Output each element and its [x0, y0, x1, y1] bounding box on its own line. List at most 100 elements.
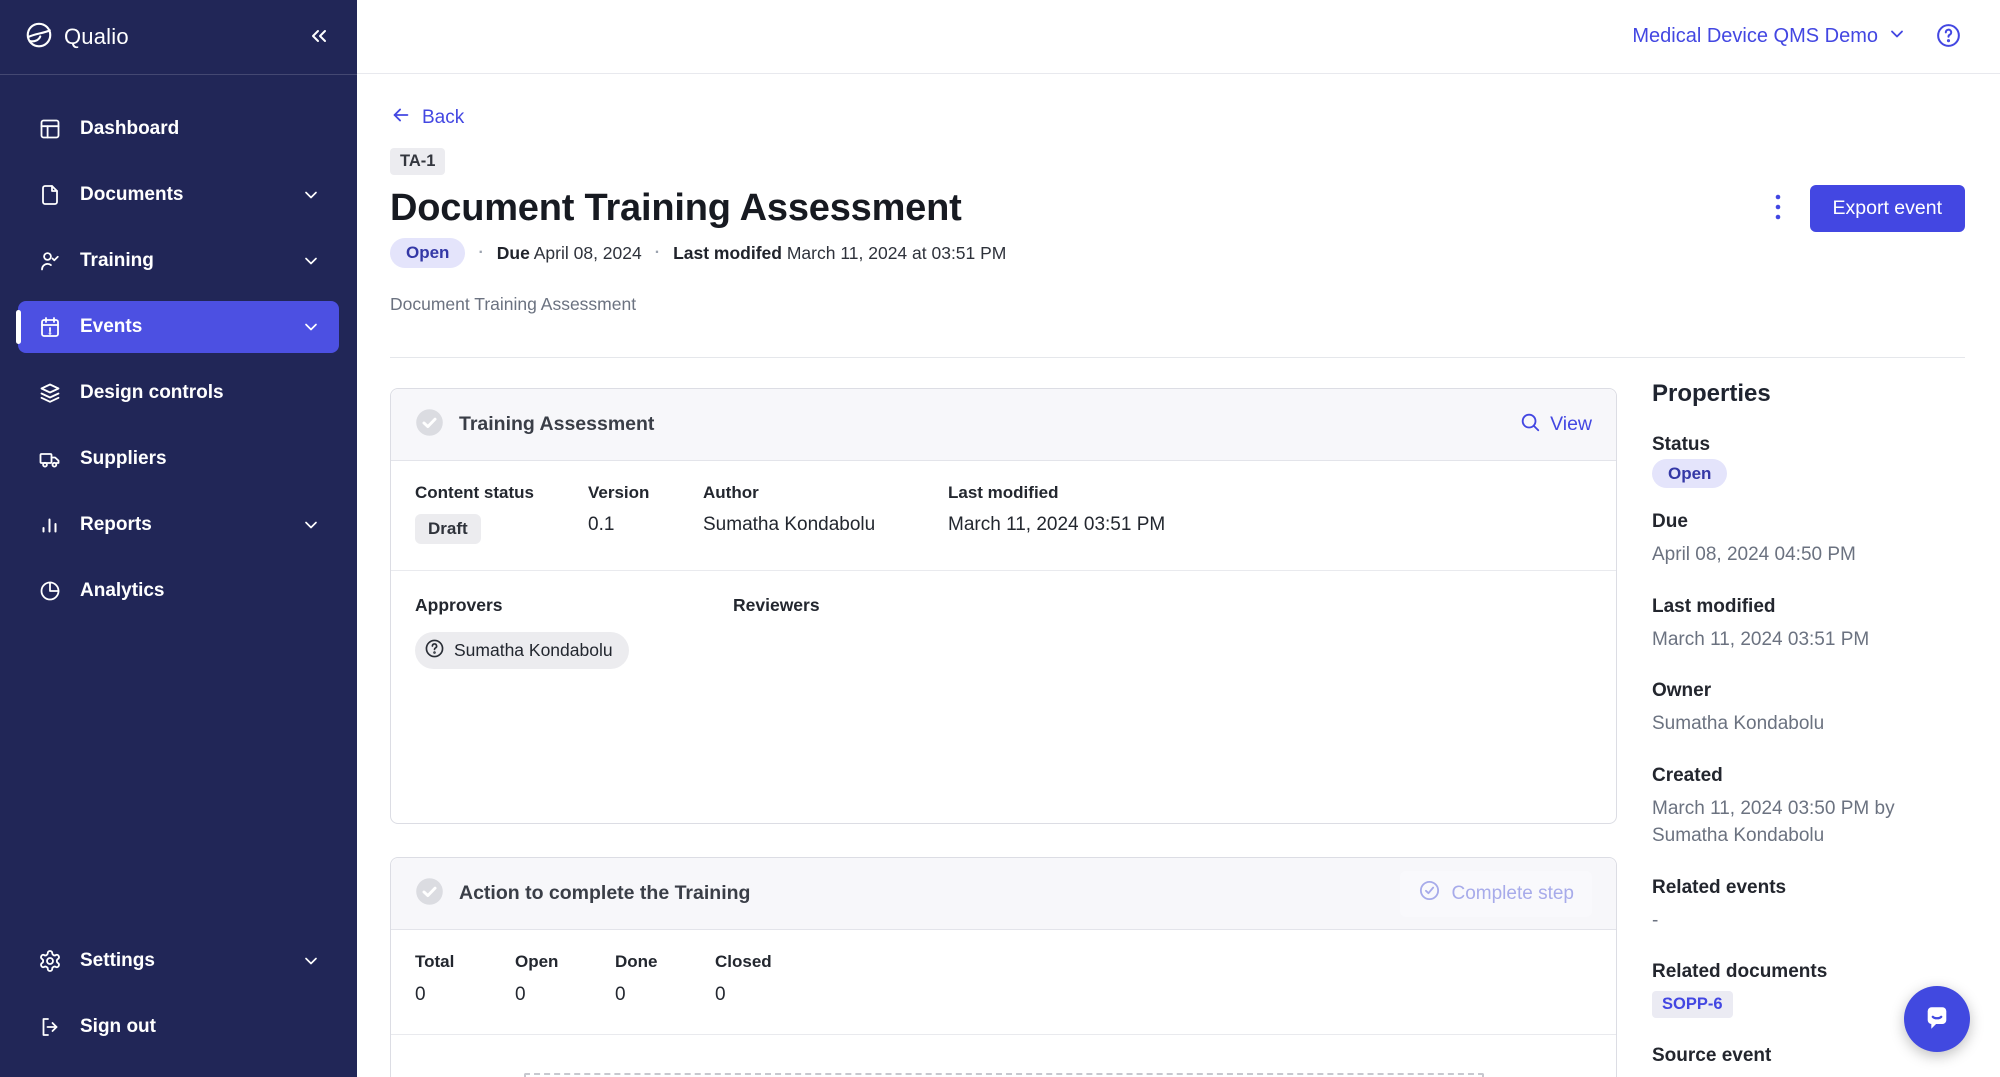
last-modified-value: March 11, 2024 at 03:51 PM	[787, 243, 1007, 263]
sidebar-collapse-button[interactable]	[307, 24, 331, 51]
last-modified-field: Last modified March 11, 2024 03:51 PM	[948, 483, 1592, 544]
gear-icon	[38, 949, 62, 973]
content-status-badge: Draft	[415, 514, 481, 544]
sidebar-header: Qualio	[0, 0, 357, 75]
sidebar-item-reports[interactable]: Reports	[18, 499, 339, 551]
bar-chart-icon	[38, 513, 62, 537]
sidebar-item-sign-out[interactable]: Sign out	[18, 1001, 339, 1053]
topbar: Medical Device QMS Demo	[357, 0, 2000, 74]
dashboard-icon	[38, 117, 62, 141]
sidebar-item-label: Analytics	[80, 580, 321, 602]
brand: Qualio	[24, 20, 129, 55]
pie-chart-icon	[38, 579, 62, 603]
header-divider	[390, 357, 1965, 358]
sidebar-item-suppliers[interactable]: Suppliers	[18, 433, 339, 485]
document-icon	[38, 183, 62, 207]
complete-step-label: Complete step	[1451, 883, 1574, 905]
chevron-down-icon	[301, 951, 321, 971]
approver-name: Sumatha Kondabolu	[454, 640, 613, 661]
sidebar-item-analytics[interactable]: Analytics	[18, 565, 339, 617]
back-link[interactable]: Back	[390, 104, 464, 132]
approvers-reviewers-row: Approvers Sumatha Kondabolu	[391, 571, 1616, 823]
field-value: March 11, 2024 03:51 PM	[948, 514, 1592, 536]
more-actions-button[interactable]	[1764, 186, 1792, 231]
property-label: Due	[1652, 511, 1965, 533]
view-label: View	[1550, 413, 1592, 436]
property-label: Last modified	[1652, 596, 1965, 618]
property-label: Source event	[1652, 1045, 1965, 1067]
double-chevron-left-icon	[307, 24, 331, 51]
property-last-modified: Last modified March 11, 2024 03:51 PM	[1652, 596, 1965, 654]
stat-label: Closed	[715, 952, 815, 972]
question-circle-icon	[424, 638, 445, 664]
action-card: Action to complete the Training Complete…	[390, 857, 1617, 1077]
dot-separator: ·	[478, 244, 483, 262]
property-label: Related events	[1652, 877, 1965, 899]
due-label: Due	[497, 243, 530, 263]
sidebar-item-events[interactable]: Events	[18, 301, 339, 353]
properties-heading: Properties	[1652, 380, 1965, 408]
event-description: Document Training Assessment	[390, 294, 1965, 315]
check-circle-outline-icon	[1418, 879, 1441, 908]
org-name: Medical Device QMS Demo	[1632, 25, 1878, 48]
property-owner: Owner Sumatha Kondabolu	[1652, 680, 1965, 738]
check-circle-icon	[415, 877, 444, 911]
property-value: April 08, 2024 04:50 PM	[1652, 541, 1965, 569]
dot-separator: ·	[655, 244, 660, 262]
arrow-left-icon	[390, 104, 412, 132]
sidebar-item-design-controls[interactable]: Design controls	[18, 367, 339, 419]
view-button[interactable]: View	[1519, 411, 1592, 439]
property-label: Owner	[1652, 680, 1965, 702]
card-title: Training Assessment	[459, 413, 654, 436]
field-label: Last modified	[948, 483, 1592, 503]
chevron-down-icon	[301, 251, 321, 271]
sidebar-item-training[interactable]: Training	[18, 235, 339, 287]
sidebar-item-settings[interactable]: Settings	[18, 935, 339, 987]
stat-value: 0	[715, 984, 815, 1006]
layers-icon	[38, 381, 62, 405]
search-icon	[1519, 411, 1541, 439]
property-value: March 11, 2024 03:51 PM	[1652, 626, 1965, 654]
stat-total: Total 0	[415, 952, 515, 1006]
stat-label: Open	[515, 952, 615, 972]
sidebar-item-label: Sign out	[80, 1016, 321, 1038]
reviewers-section: Reviewers	[733, 595, 1592, 616]
page-content: Back TA-1 Document Training Assessment E…	[357, 74, 2000, 1077]
export-event-button[interactable]: Export event	[1810, 185, 1965, 232]
sidebar-item-dashboard[interactable]: Dashboard	[18, 103, 339, 155]
main-area: Medical Device QMS Demo Back	[357, 0, 2000, 1077]
property-label: Created	[1652, 765, 1965, 787]
truck-icon	[38, 447, 62, 471]
sidebar-item-documents[interactable]: Documents	[18, 169, 339, 221]
property-value: March 11, 2024 03:50 PM by Sumatha Konda…	[1652, 795, 1965, 850]
qualio-logo-icon	[24, 20, 54, 55]
stat-label: Total	[415, 952, 515, 972]
card-header: Training Assessment View	[391, 389, 1616, 461]
stat-value: 0	[515, 984, 615, 1006]
version-field: Version 0.1	[588, 483, 703, 544]
actions-empty-area	[391, 1035, 1616, 1077]
field-value: Sumatha Kondabolu	[703, 514, 948, 536]
approver-chip[interactable]: Sumatha Kondabolu	[415, 632, 629, 669]
complete-step-button[interactable]: Complete step	[1400, 871, 1592, 917]
help-button[interactable]	[1935, 22, 1962, 52]
stat-value: 0	[615, 984, 715, 1006]
related-document-badge[interactable]: SOPP-6	[1652, 991, 1733, 1018]
approvers-label: Approvers	[415, 595, 733, 616]
user-check-icon	[38, 249, 62, 273]
property-status: Status Open	[1652, 434, 1965, 484]
org-switcher[interactable]: Medical Device QMS Demo	[1632, 24, 1907, 50]
approvers-section: Approvers Sumatha Kondabolu	[415, 595, 733, 669]
back-label: Back	[422, 107, 464, 129]
training-assessment-card: Training Assessment View	[390, 388, 1617, 824]
sidebar-item-label: Design controls	[80, 382, 321, 404]
title-actions: Export event	[1764, 185, 1965, 232]
stat-label: Done	[615, 952, 715, 972]
calendar-alert-icon	[38, 315, 62, 339]
chat-launcher-button[interactable]	[1904, 986, 1970, 1052]
stat-closed: Closed 0	[715, 952, 815, 1006]
field-value: 0.1	[588, 514, 703, 536]
property-label: Status	[1652, 434, 1965, 456]
property-source-event: Source event -	[1652, 1045, 1965, 1077]
sidebar-item-label: Dashboard	[80, 118, 321, 140]
